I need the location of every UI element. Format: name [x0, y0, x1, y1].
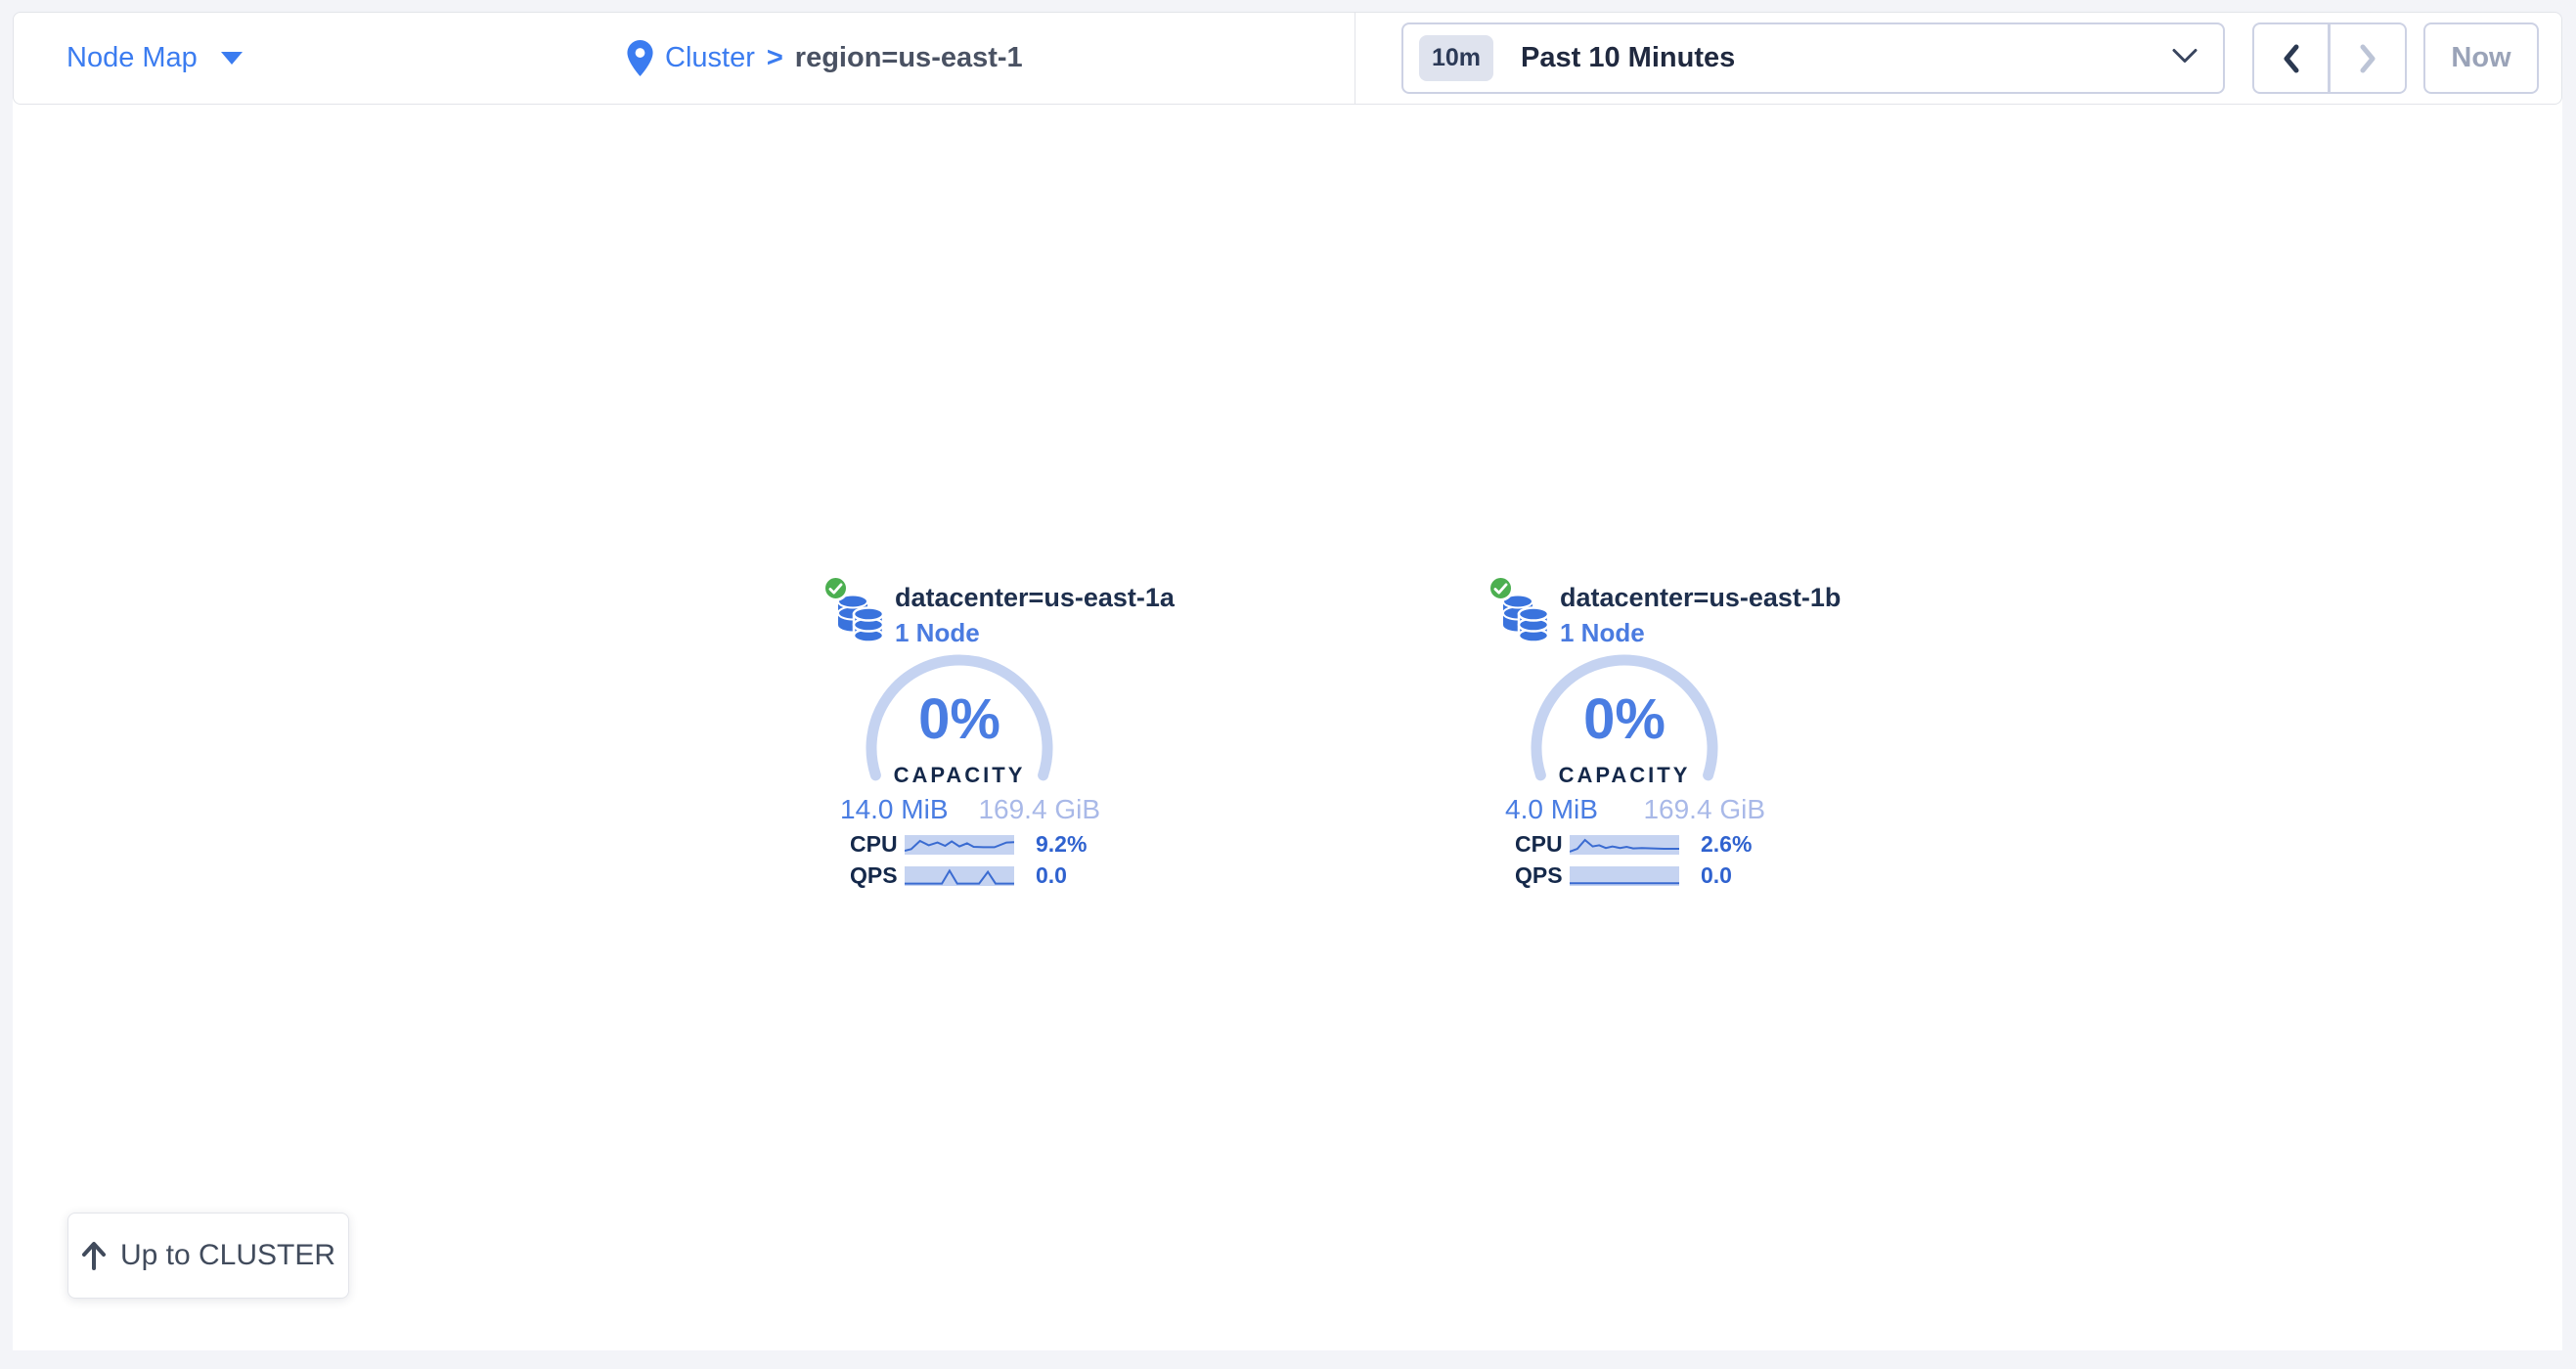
- breadcrumb-cluster-link[interactable]: Cluster: [665, 42, 755, 74]
- qps-metric-row: QPS 0.0: [850, 862, 1067, 889]
- qps-metric-row: QPS 0.0: [1515, 862, 1732, 889]
- cpu-metric-row: CPU 9.2%: [850, 831, 1087, 858]
- locality-title: datacenter=us-east-1b: [1560, 583, 1841, 613]
- cpu-value: 2.6%: [1701, 831, 1752, 858]
- locality-card-us-east-1a[interactable]: datacenter=us-east-1a 1 Node 0% CAPACITY…: [824, 575, 1108, 898]
- qps-value: 0.0: [1036, 862, 1067, 889]
- capacity-used: 14.0 MiB: [840, 794, 949, 825]
- cpu-metric-row: CPU 2.6%: [1515, 831, 1752, 858]
- breadcrumb-current: region=us-east-1: [795, 42, 1023, 74]
- view-selector-label: Node Map: [67, 42, 198, 74]
- time-range-dropdown[interactable]: 10m Past 10 Minutes: [1401, 22, 2225, 94]
- healthy-check-icon: [822, 575, 849, 601]
- capacity-caption: CAPACITY: [858, 763, 1061, 788]
- time-range-label: Past 10 Minutes: [1521, 42, 1735, 74]
- time-range-badge: 10m: [1419, 35, 1493, 81]
- view-selector-dropdown[interactable]: Node Map: [67, 13, 243, 104]
- locality-title: datacenter=us-east-1a: [895, 583, 1175, 613]
- capacity-total: 169.4 GiB: [978, 794, 1100, 825]
- node-map-canvas: [13, 49, 2562, 1350]
- up-to-cluster-button[interactable]: Up to CLUSTER: [67, 1213, 349, 1299]
- capacity-total: 169.4 GiB: [1643, 794, 1765, 825]
- breadcrumb-separator: >: [767, 42, 783, 74]
- capacity-used: 4.0 MiB: [1505, 794, 1598, 825]
- time-nav-group: [2252, 22, 2407, 94]
- qps-sparkline: [1570, 866, 1679, 886]
- locality-node-count: 1 Node: [895, 618, 980, 648]
- locality-node-count: 1 Node: [1560, 618, 1645, 648]
- healthy-check-icon: [1488, 575, 1514, 601]
- qps-label: QPS: [850, 862, 905, 889]
- capacity-percent: 0%: [1523, 686, 1726, 752]
- chevron-left-icon: [2280, 42, 2303, 75]
- capacity-values: 4.0 MiB 169.4 GiB: [1505, 794, 1765, 825]
- cpu-value: 9.2%: [1036, 831, 1087, 858]
- capacity-caption: CAPACITY: [1523, 763, 1726, 788]
- caret-down-icon: [221, 52, 243, 65]
- arrow-up-icon: [81, 1241, 107, 1270]
- capacity-values: 14.0 MiB 169.4 GiB: [840, 794, 1100, 825]
- time-prev-button[interactable]: [2252, 22, 2330, 94]
- cpu-label: CPU: [1515, 831, 1570, 858]
- up-to-cluster-label: Up to CLUSTER: [120, 1239, 335, 1272]
- chevron-right-icon: [2356, 42, 2379, 75]
- locality-card-us-east-1b[interactable]: datacenter=us-east-1b 1 Node 0% CAPACITY…: [1489, 575, 1773, 898]
- toolbar: Node Map Cluster > region=us-east-1 10m …: [13, 12, 2562, 105]
- location-pin-icon: [627, 40, 653, 76]
- chevron-down-icon: [2172, 48, 2198, 68]
- capacity-percent: 0%: [858, 686, 1061, 752]
- qps-sparkline: [905, 866, 1014, 886]
- cpu-sparkline: [905, 835, 1014, 855]
- cpu-label: CPU: [850, 831, 905, 858]
- now-button[interactable]: Now: [2423, 22, 2539, 94]
- qps-label: QPS: [1515, 862, 1570, 889]
- now-button-label: Now: [2451, 42, 2510, 74]
- breadcrumb: Cluster > region=us-east-1: [627, 13, 1023, 104]
- qps-value: 0.0: [1701, 862, 1732, 889]
- cpu-sparkline: [1570, 835, 1679, 855]
- time-next-button[interactable]: [2330, 22, 2407, 94]
